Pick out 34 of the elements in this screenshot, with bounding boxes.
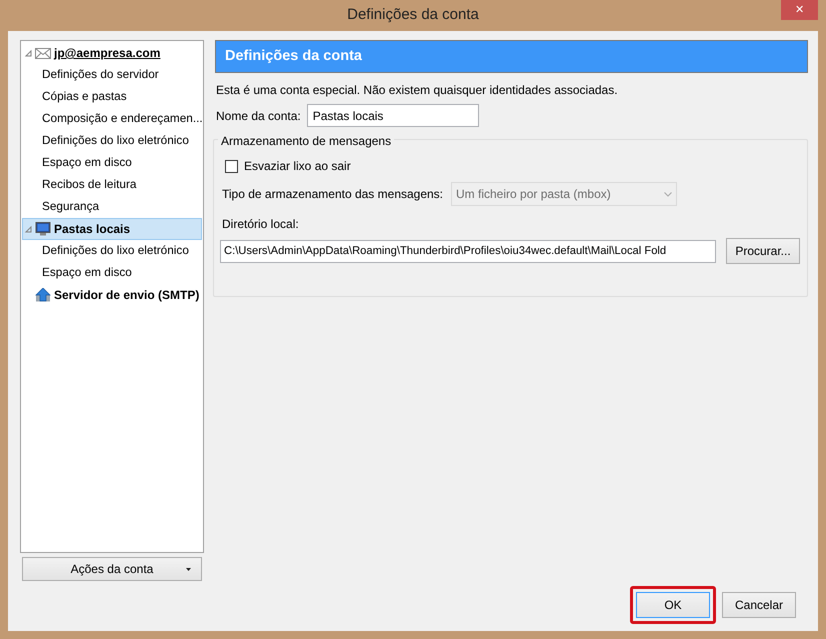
tree-item[interactable]: Pastas locais xyxy=(22,218,202,240)
caret-icon xyxy=(186,568,191,571)
info-text: Esta é uma conta especial. Não existem quaisquer identidades associadas. xyxy=(216,82,619,99)
account-name-field[interactable]: Pastas locais xyxy=(306,104,479,127)
tree-item[interactable]: Composição e endereçamen... xyxy=(22,108,202,130)
computer-icon xyxy=(35,222,51,236)
tree-item[interactable]: Espaço em disco xyxy=(22,262,202,284)
tree-item[interactable]: Definições do servidor xyxy=(22,64,202,86)
panel-header: Definições da conta xyxy=(215,40,808,73)
browse-button[interactable]: Procurar... xyxy=(726,238,800,264)
field-label: Nome da conta: xyxy=(216,108,301,124)
path-field[interactable]: C:\Users\Admin\AppData\Roaming\Thunderbird\Profiles\oiu34wec.default\Mail\Local Fold xyxy=(220,240,716,262)
upload-arrow-icon xyxy=(35,288,51,302)
tree-item[interactable]: Espaço em disco xyxy=(22,152,202,174)
close-button[interactable]: ✕ xyxy=(781,0,818,20)
checkbox-label: Esvaziar lixo ao sair xyxy=(244,158,351,175)
field-label: Diretório local: xyxy=(222,216,300,233)
tree-item[interactable]: jp@aempresa.com xyxy=(22,42,202,64)
dialog-button[interactable]: OK xyxy=(636,592,710,618)
tree-item[interactable]: Recibos de leitura xyxy=(22,174,202,196)
tree-item[interactable]: Definições do lixo eletrónico xyxy=(22,240,202,262)
tree-item[interactable]: Servidor de envio (SMTP) xyxy=(22,284,202,306)
chevron-down-icon xyxy=(664,192,672,196)
dialog-button[interactable]: Cancelar xyxy=(722,592,796,618)
expander-icon[interactable] xyxy=(23,224,33,234)
checkbox[interactable] xyxy=(225,160,238,172)
tree-item[interactable]: Segurança xyxy=(22,196,202,218)
envelope-icon xyxy=(35,46,51,60)
tree-item[interactable]: Definições do lixo eletrónico xyxy=(22,130,202,152)
field-label: Tipo de armazenamento das mensagens: xyxy=(222,186,444,203)
tree-item[interactable]: Cópias e pastas xyxy=(22,86,202,108)
window-title: Definições da conta xyxy=(347,5,479,26)
expander-icon[interactable] xyxy=(23,48,33,58)
account-actions-button[interactable]: Ações da conta xyxy=(22,557,202,581)
